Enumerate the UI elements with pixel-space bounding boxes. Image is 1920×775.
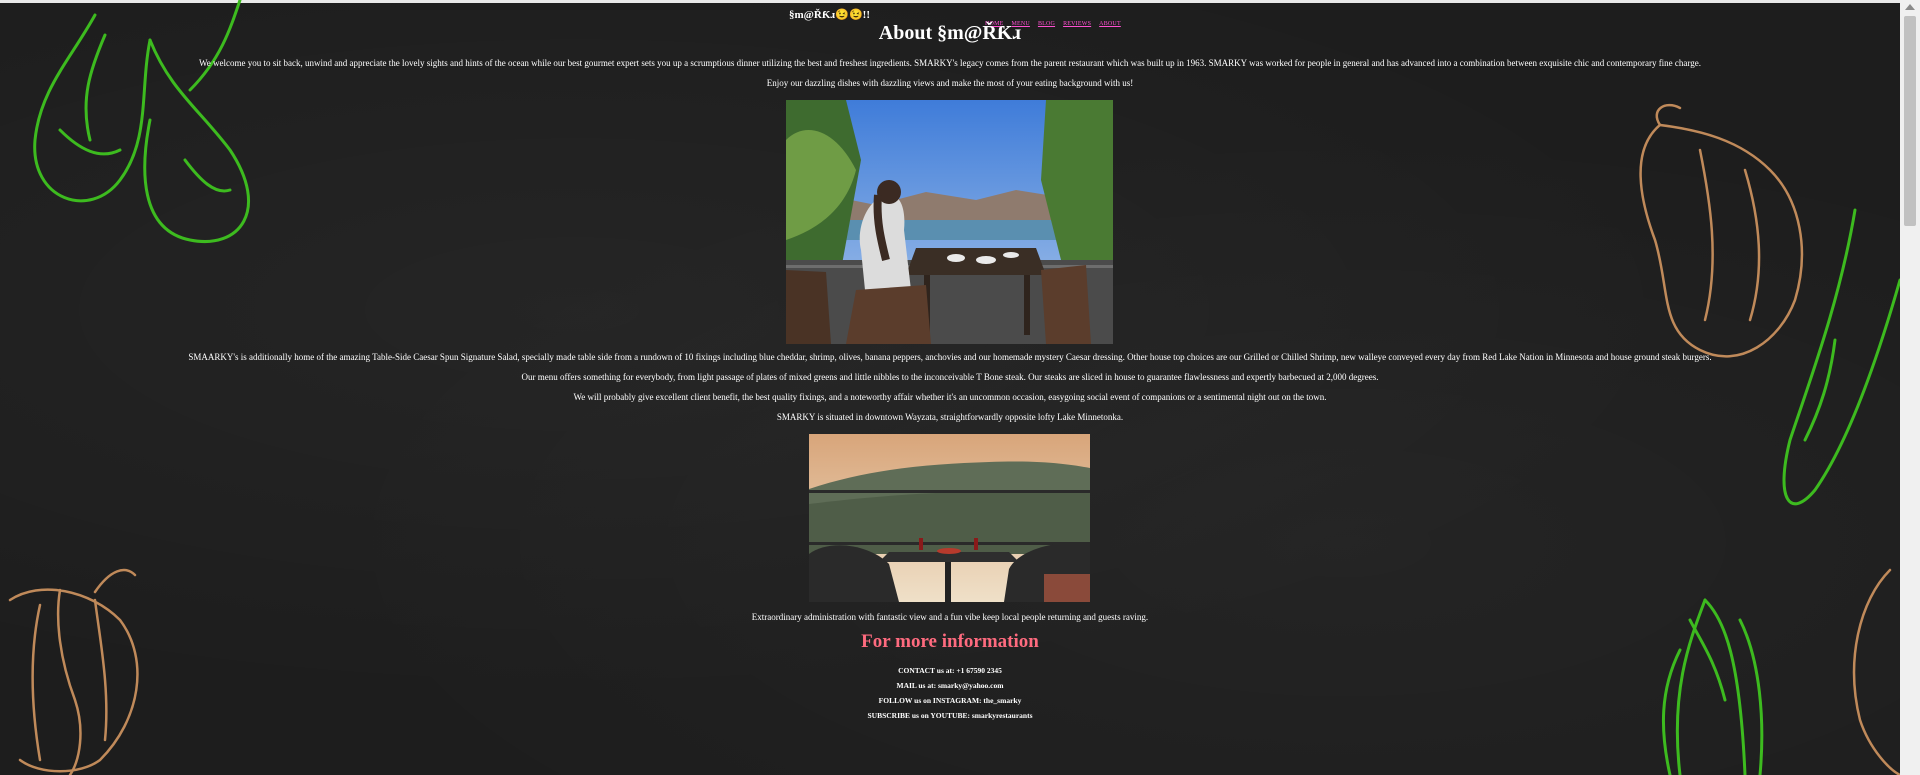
balcony-table-photo bbox=[809, 434, 1090, 602]
scroll-up-arrow-icon[interactable] bbox=[1905, 4, 1915, 10]
body-paragraph-salad: SMAARKY's is additionally home of the am… bbox=[188, 352, 1712, 362]
body-paragraph-menu: Our menu offers something for everybody,… bbox=[521, 372, 1379, 382]
contact-youtube: SUBSCRIBE us on YOUTUBE: smarkyrestauran… bbox=[867, 711, 1033, 720]
contact-instagram: FOLLOW us on INSTAGRAM: the_smarky bbox=[878, 696, 1022, 705]
body-paragraph-location: SMARKY is situated in downtown Wayzata, … bbox=[776, 412, 1124, 422]
closing-paragraph: Extraordinary administration with fantas… bbox=[751, 612, 1149, 622]
top-border bbox=[0, 0, 1900, 3]
brand-logo: §m@ŘƘɹ😉😉!! bbox=[789, 9, 870, 21]
info-heading: For more information bbox=[861, 631, 1039, 652]
body-paragraph-service: We will probably give excellent client b… bbox=[573, 392, 1327, 402]
intro-paragraph: We welcome you to sit back, unwind and a… bbox=[199, 58, 1701, 68]
terrace-dining-photo bbox=[786, 100, 1113, 344]
page-title: About §m@ŘƘɹ bbox=[878, 22, 1022, 44]
vertical-scrollbar[interactable] bbox=[1900, 0, 1920, 775]
contact-phone: CONTACT us at: +1 67590 2345 bbox=[898, 666, 1002, 675]
scrollbar-thumb[interactable] bbox=[1904, 16, 1916, 226]
intro-tagline: Enjoy our dazzling dishes with dazzling … bbox=[766, 78, 1134, 88]
contact-email: MAIL us at: smarky@yahoo.com bbox=[896, 681, 1004, 690]
